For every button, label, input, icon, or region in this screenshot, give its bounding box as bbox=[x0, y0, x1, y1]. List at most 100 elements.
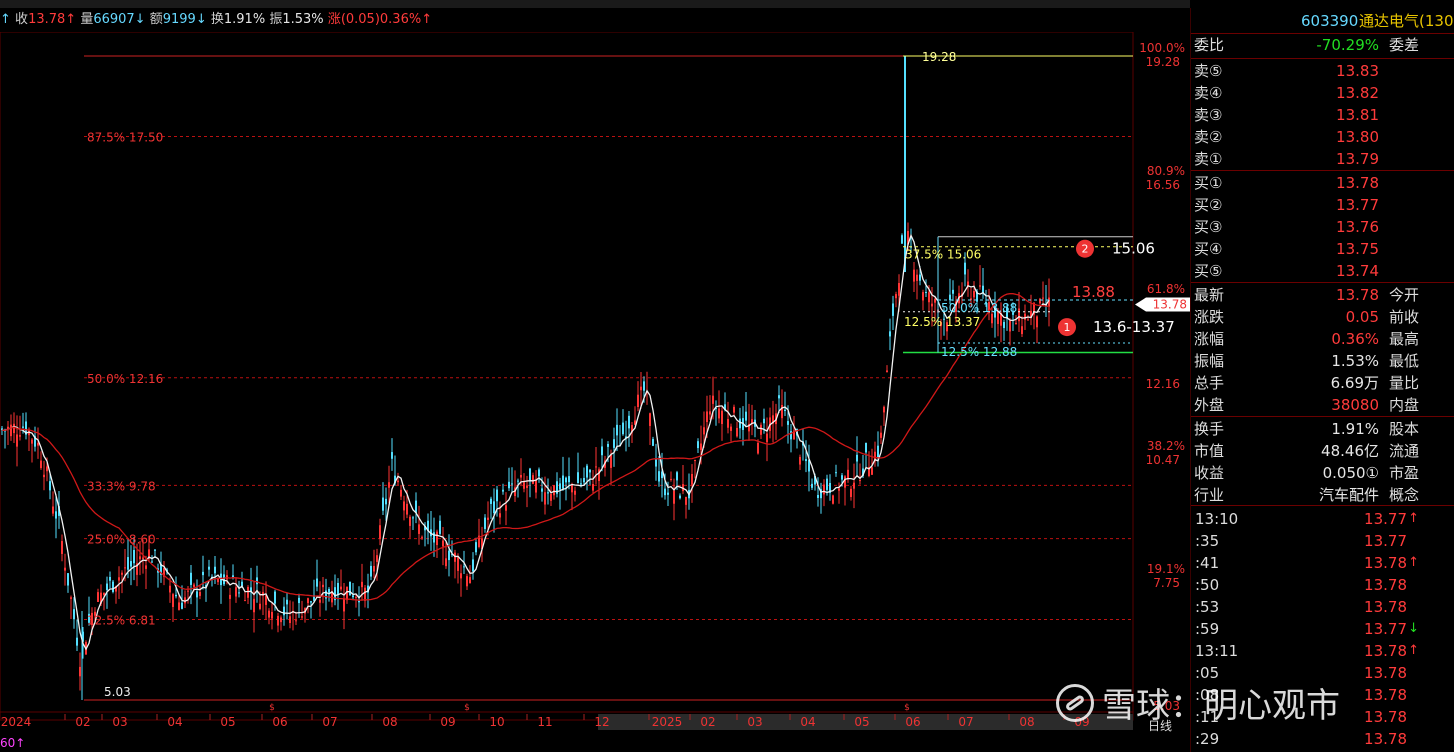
candle-body bbox=[511, 483, 513, 485]
quote-panel: 603390 通达电气(130 委比 -70.29% 委差 卖⑤ 13.83 卖④ 1… bbox=[1190, 8, 1454, 752]
row-value: 13.80 bbox=[1336, 128, 1379, 146]
badge-number: 1 bbox=[1064, 321, 1071, 334]
ma-long-line bbox=[1, 293, 1050, 601]
event-marker: $ bbox=[904, 703, 910, 713]
candle-body bbox=[973, 291, 975, 298]
change-label: 涨 bbox=[327, 12, 341, 27]
candle-body bbox=[550, 493, 552, 501]
candle-body bbox=[694, 460, 696, 462]
row-label: 买① bbox=[1194, 174, 1223, 192]
tick-time: 13:11 bbox=[1195, 642, 1239, 660]
candle-body bbox=[544, 492, 546, 505]
time-label: 03 bbox=[747, 715, 762, 729]
tick-price: 13.78 bbox=[1364, 708, 1407, 726]
candle-body bbox=[925, 291, 927, 293]
candle-body bbox=[319, 599, 321, 603]
candle-body bbox=[448, 550, 450, 561]
candle-body bbox=[490, 498, 492, 504]
low-label: 5.03 bbox=[104, 685, 131, 699]
badge-number: 2 bbox=[1082, 243, 1089, 256]
candle-body bbox=[559, 483, 561, 490]
candle-body bbox=[553, 485, 555, 496]
candle-body bbox=[310, 601, 312, 603]
candle-body bbox=[721, 410, 723, 425]
candle-body bbox=[811, 483, 813, 488]
candle-body bbox=[541, 488, 543, 492]
volume-label: 量 bbox=[80, 12, 94, 27]
axis-pct-label: 61.8% bbox=[1147, 282, 1185, 296]
candle-body bbox=[76, 637, 78, 646]
row-value: 13.75 bbox=[1336, 240, 1379, 258]
candle-body bbox=[154, 549, 156, 551]
row-label-2: 前收 bbox=[1388, 308, 1419, 326]
axis-price-label: 10.47 bbox=[1146, 453, 1180, 467]
candle-body bbox=[454, 552, 456, 562]
candle-body bbox=[442, 540, 444, 547]
tick-arrow: ↑ bbox=[1408, 511, 1419, 526]
candle-body bbox=[979, 285, 981, 287]
row-label-2: 流通 bbox=[1388, 442, 1419, 460]
candle-body bbox=[463, 566, 465, 568]
candle-body bbox=[871, 467, 873, 475]
candle-body bbox=[112, 581, 114, 592]
target-value: 13.88 bbox=[1072, 283, 1115, 301]
row-label: 涨跌 bbox=[1194, 308, 1225, 326]
axis-pct-label: 80.9% bbox=[1147, 164, 1185, 178]
candle-body bbox=[175, 594, 177, 597]
row-value: 13.78 bbox=[1336, 174, 1379, 192]
row-value: 1.91% bbox=[1331, 420, 1379, 438]
stat-row: 振幅 1.53% 最低 bbox=[1191, 350, 1454, 372]
candle-body bbox=[745, 411, 747, 421]
row-label-2: 股本 bbox=[1388, 420, 1419, 438]
amplitude-label: 振 bbox=[269, 12, 283, 27]
kline-chart[interactable]: 100.0%19.2880.9%16.5661.8%12.1638.2%10.4… bbox=[0, 32, 1190, 752]
candle-body bbox=[739, 418, 741, 429]
stock-code: 603390 bbox=[1301, 12, 1359, 30]
candle-body bbox=[865, 442, 867, 453]
tick-price: 13.78 bbox=[1364, 598, 1407, 616]
high-label: 19.28 bbox=[922, 50, 956, 64]
candle-body bbox=[412, 517, 414, 519]
row-value: 48.46亿 bbox=[1321, 442, 1379, 460]
candle-body bbox=[628, 415, 630, 429]
candle-body bbox=[142, 557, 144, 559]
candle-body bbox=[13, 423, 15, 434]
candle-body bbox=[190, 572, 192, 585]
candle-body bbox=[379, 525, 381, 539]
row-label: 换手 bbox=[1194, 420, 1225, 438]
candle-body bbox=[127, 557, 129, 570]
amount-label: 额 bbox=[149, 12, 163, 27]
turnover-value: 1.91% bbox=[223, 12, 266, 27]
candle-body bbox=[199, 591, 201, 596]
candle-body bbox=[268, 610, 270, 618]
row-value: 13.78 bbox=[1336, 286, 1379, 304]
candle-body bbox=[733, 406, 735, 413]
row-value: 0.050① bbox=[1322, 464, 1379, 482]
change-value: (0.05)0.36%↑ bbox=[340, 12, 433, 27]
candle-body bbox=[67, 573, 69, 586]
candle-body bbox=[118, 577, 120, 581]
candle-body bbox=[382, 497, 384, 511]
candle-body bbox=[895, 294, 897, 299]
row-value: 13.82 bbox=[1336, 84, 1379, 102]
candle-body bbox=[364, 587, 366, 601]
tick-row: :53 13.78 bbox=[1191, 596, 1454, 618]
row-label: 收益 bbox=[1194, 464, 1225, 482]
candle-body bbox=[97, 592, 99, 602]
candle-body bbox=[763, 418, 765, 424]
row-value: 13.83 bbox=[1336, 62, 1379, 80]
candle-body bbox=[838, 488, 840, 491]
candle-body bbox=[79, 666, 81, 677]
candle-body bbox=[622, 422, 624, 435]
candle-body bbox=[1003, 322, 1005, 329]
stat-row: 总手 6.69万 量比 bbox=[1191, 372, 1454, 394]
candle-body bbox=[712, 395, 714, 404]
row-label: 卖③ bbox=[1194, 106, 1223, 124]
axis-price-label: 19.28 bbox=[1146, 55, 1180, 69]
row-value: 38080 bbox=[1331, 396, 1379, 414]
candle-body bbox=[340, 586, 342, 590]
amplitude-value: 1.53% bbox=[282, 12, 324, 27]
candle-body bbox=[1027, 319, 1029, 321]
axis-pct-label: 100.0% bbox=[1139, 41, 1185, 55]
candle-body bbox=[922, 292, 924, 301]
